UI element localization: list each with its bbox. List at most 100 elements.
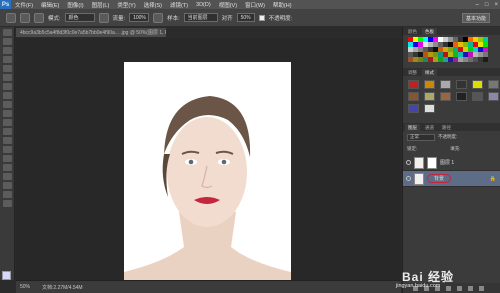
menu-file[interactable]: 文件(F) [11, 1, 37, 9]
style-preset[interactable] [424, 92, 435, 101]
mode-select[interactable]: 颜色 [64, 13, 95, 22]
style-preset[interactable] [488, 80, 499, 89]
baidu-jingyan-watermark: Bai 经验 jingyan.baidu.com [380, 268, 498, 290]
pressure-opacity-icon[interactable] [98, 12, 109, 23]
eraser-tool-icon[interactable] [3, 119, 12, 126]
dodge-tool-icon[interactable] [3, 146, 12, 153]
tab-color[interactable]: 颜色 [405, 28, 420, 35]
menu-layer[interactable]: 图层(L) [88, 1, 114, 9]
tab-adjustments[interactable]: 调整 [405, 69, 420, 76]
canvas-area[interactable] [16, 38, 401, 290]
document-canvas[interactable] [124, 62, 291, 290]
flow-field[interactable]: 100% [129, 13, 150, 22]
mode-label: 模式: [48, 15, 61, 22]
lock-icon: 🔒 [489, 175, 496, 182]
layer-row[interactable]: 背景 🔒 [403, 171, 500, 187]
tab-layers[interactable]: 图层 [405, 124, 420, 131]
visibility-eye-icon[interactable] [406, 160, 411, 165]
style-preset[interactable] [424, 80, 435, 89]
style-preset[interactable] [440, 92, 451, 101]
swatches-grid[interactable] [408, 37, 495, 62]
maximize-button[interactable]: □ [485, 2, 489, 8]
zoom-tool-icon[interactable] [3, 200, 12, 207]
zoom-level[interactable]: 50% [20, 284, 30, 290]
layer-name[interactable]: 背景 [427, 174, 452, 183]
menu-view[interactable]: 视图(V) [215, 1, 241, 9]
brush-preset-icon[interactable] [20, 12, 30, 23]
menu-edit[interactable]: 编辑(E) [37, 1, 63, 9]
style-preset[interactable] [408, 104, 419, 113]
foreground-color-swatch[interactable] [2, 271, 11, 280]
blur-tool-icon[interactable] [3, 137, 12, 144]
clone-stamp-tool-icon[interactable] [3, 101, 12, 108]
marquee-tool-icon[interactable] [3, 38, 12, 45]
hand-tool-icon[interactable] [3, 191, 12, 198]
style-panel-tabs: 调整 样式 [403, 68, 500, 76]
brush-panel-icon[interactable] [34, 12, 44, 23]
tab-styles[interactable]: 样式 [422, 69, 437, 76]
gradient-tool-icon[interactable] [3, 128, 12, 135]
path-select-tool-icon[interactable] [3, 173, 12, 180]
style-preset[interactable] [424, 104, 435, 113]
type-tool-icon[interactable] [3, 164, 12, 171]
layer-thumbnail [414, 156, 424, 169]
document-tab[interactable]: 4bcc9a3b5c5a4f8d3f0c0e7a5b7bb0e4f90a... … [16, 28, 166, 37]
layers-controls: 正常 不透明度: [403, 131, 500, 143]
airbrush-icon[interactable] [153, 12, 164, 23]
workspace-button[interactable]: 基本功能 [461, 13, 490, 23]
lasso-tool-icon[interactable] [3, 47, 12, 54]
menu-type[interactable]: 类型(Y) [113, 1, 139, 9]
layer-row[interactable]: 图层 1 [403, 155, 500, 171]
style-preset[interactable] [408, 92, 419, 101]
healing-brush-tool-icon[interactable] [3, 83, 12, 90]
style-preset[interactable] [472, 92, 483, 101]
close-button[interactable]: × [494, 2, 498, 8]
menu-window[interactable]: 窗口(W) [241, 1, 269, 9]
layer-mask-thumbnail[interactable] [427, 156, 437, 169]
menu-bar: Ps 文件(F) 编辑(E) 图像(I) 图层(L) 类型(Y) 选择(S) 滤… [0, 0, 500, 9]
menu-image[interactable]: 图像(I) [63, 1, 87, 9]
visibility-eye-icon[interactable] [406, 176, 411, 181]
color-swatch[interactable] [483, 57, 488, 62]
crop-tool-icon[interactable] [3, 65, 12, 72]
layers-panel-tabs: 图层 通道 路径 [403, 123, 500, 131]
brush-tool-icon[interactable] [6, 12, 16, 23]
style-preset[interactable] [472, 80, 483, 89]
sample-select[interactable]: 当前图层 [183, 13, 218, 22]
pen-tool-icon[interactable] [3, 155, 12, 162]
smoothing-field[interactable]: 50% [236, 13, 255, 22]
style-preset[interactable] [456, 92, 467, 101]
menu-filter[interactable]: 滤镜(T) [166, 1, 192, 9]
style-preset[interactable] [408, 80, 419, 89]
brush-tool-icon[interactable] [3, 92, 12, 99]
tab-swatches[interactable]: 色板 [422, 28, 437, 35]
flow-label: 流量: [112, 15, 126, 22]
opacity-label: 不透明度: [268, 15, 293, 22]
layers-lock-row: 锁定: 填充: [403, 143, 500, 155]
move-tool-icon[interactable] [3, 29, 12, 36]
layer-name[interactable]: 图层 1 [440, 159, 454, 166]
menu-select[interactable]: 选择(S) [140, 1, 166, 9]
layer-thumbnail [414, 172, 424, 185]
style-preset[interactable] [440, 80, 451, 89]
eyedropper-tool-icon[interactable] [3, 74, 12, 81]
tab-channels[interactable]: 通道 [422, 124, 437, 131]
blend-mode-select[interactable]: 正常 [407, 133, 435, 141]
aligned-checkbox[interactable] [258, 14, 265, 21]
styles-grid[interactable] [408, 80, 499, 113]
minimize-button[interactable]: – [476, 2, 479, 8]
tab-paths[interactable]: 路径 [439, 124, 454, 131]
menu-3d[interactable]: 3D(D) [192, 2, 215, 8]
portrait-image [124, 96, 291, 290]
menu-help[interactable]: 帮助(H) [269, 1, 296, 9]
quick-select-tool-icon[interactable] [3, 56, 12, 63]
right-panels: 颜色 色板 调整 样式 图层 通道 路径 正常 不透明度: 锁定: 填充: 图层… [402, 27, 500, 293]
style-preset[interactable] [456, 80, 467, 89]
style-preset[interactable] [488, 92, 499, 101]
lock-label: 锁定: [407, 146, 418, 151]
sample-label: 样本: [167, 15, 180, 22]
history-brush-tool-icon[interactable] [3, 110, 12, 117]
fill-label: 填充: [450, 146, 461, 151]
shape-tool-icon[interactable] [3, 182, 12, 189]
layer-opacity-label: 不透明度: [438, 134, 458, 139]
